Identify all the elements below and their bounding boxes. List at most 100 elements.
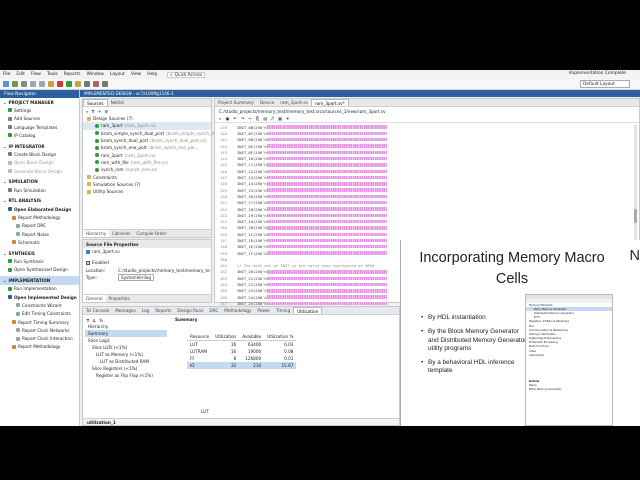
flow-nav-item[interactable]: Constraints Wizard: [0, 301, 79, 309]
flow-nav-item[interactable]: ⌄ SYNTHESIS: [0, 249, 79, 257]
chevron-down-icon[interactable]: ⌄: [3, 251, 7, 256]
flow-nav-item[interactable]: Language Templates: [0, 123, 79, 131]
tab-sources[interactable]: Sources: [83, 99, 108, 106]
percent-icon[interactable]: %: [99, 318, 103, 323]
layout-icon[interactable]: [102, 81, 108, 87]
sources-file[interactable]: bram_synch_dual_port (bram_synch_dual_por…: [83, 137, 211, 144]
collapse-all-icon[interactable]: ⇈: [86, 318, 90, 323]
expand-all-icon[interactable]: ⇊: [93, 318, 97, 323]
chevron-down-icon[interactable]: ⌄: [3, 100, 7, 105]
save-icon[interactable]: ▣: [225, 116, 229, 121]
table-row[interactable]: IO 32 210 15.67: [187, 362, 297, 370]
sources-folder[interactable]: Simulation Sources (7): [83, 181, 211, 188]
flow-nav-item[interactable]: Generate Block Design: [0, 167, 79, 175]
add-icon[interactable]: +: [98, 109, 102, 114]
col-utilization[interactable]: Utilization: [212, 333, 239, 340]
flow-nav-item[interactable]: Run Synthesis: [0, 257, 79, 265]
sources-folder[interactable]: Utility Sources: [83, 188, 211, 195]
sources-file[interactable]: bram_synch_one_port (bram_synch_one_por..…: [83, 144, 211, 151]
tab-compile-order[interactable]: Compile Order: [133, 230, 169, 237]
tab-device[interactable]: Device: [257, 99, 277, 106]
tab-libraries[interactable]: Libraries: [109, 230, 133, 237]
menu-layout[interactable]: Layout: [110, 72, 125, 77]
tab-tcl-console[interactable]: Tcl Console: [83, 307, 112, 314]
tab-general[interactable]: General: [83, 295, 106, 302]
flow-nav-item[interactable]: ⌄ SIMULATION: [0, 178, 79, 186]
menu-edit[interactable]: Edit: [16, 72, 25, 77]
flow-nav-item[interactable]: Create Block Design: [0, 150, 79, 158]
undo-icon[interactable]: ↶: [233, 116, 237, 121]
sources-file[interactable]: synch_rom (synch_rom.sv): [83, 166, 211, 173]
utilization-tree-item[interactable]: Slice LUTs (<1%): [85, 344, 167, 351]
save-icon[interactable]: [21, 81, 27, 87]
tab-ram-3port[interactable]: ram_3port.sv*: [310, 99, 349, 106]
tab-messages[interactable]: Messages: [112, 307, 139, 314]
col-utilization-pct[interactable]: Utilization %: [264, 333, 296, 340]
editor-scroll-thumb[interactable]: [634, 209, 637, 223]
flow-nav-item[interactable]: Report Noise: [0, 230, 79, 238]
flow-nav-item[interactable]: Settings: [0, 106, 79, 114]
tab-properties[interactable]: Properties: [106, 295, 133, 302]
new-project-icon[interactable]: [3, 81, 9, 87]
flow-nav-item[interactable]: Open Implemented Design: [0, 293, 79, 301]
search-icon[interactable]: ⌕: [86, 109, 88, 114]
col-resource[interactable]: Resource: [187, 333, 212, 340]
flow-nav-item[interactable]: Run Implementation: [0, 285, 79, 293]
menu-window[interactable]: Window: [87, 72, 104, 77]
cancel-icon[interactable]: [93, 81, 99, 87]
cut-icon[interactable]: ✂: [248, 116, 252, 121]
menu-tools[interactable]: Tools: [47, 72, 58, 77]
tab-utilization[interactable]: Utilization: [293, 307, 323, 314]
tab-methodology[interactable]: Methodology: [221, 307, 254, 314]
run-icon[interactable]: [66, 81, 72, 87]
chevron-down-icon[interactable]: ⌄: [3, 278, 7, 283]
layout-select[interactable]: Default Layout: [580, 80, 630, 88]
tab-ram-2port[interactable]: ram_2port.sv: [277, 99, 311, 106]
utilization-tree-item[interactable]: LUT as Distributed RAM: [85, 358, 167, 365]
run-tab[interactable]: utilization_1: [87, 420, 116, 425]
settings-icon[interactable]: ⚙: [104, 109, 108, 114]
flow-nav-item[interactable]: Report DRC: [0, 222, 79, 230]
flow-nav-item[interactable]: Report Timing Summary: [0, 318, 79, 326]
settings-icon[interactable]: [84, 81, 90, 87]
program-icon[interactable]: [75, 81, 81, 87]
delete-icon[interactable]: [57, 81, 63, 87]
tab-power[interactable]: Power: [254, 307, 273, 314]
utilization-tree-item[interactable]: LUT as Memory (<1%): [85, 351, 167, 358]
tab-netlist[interactable]: Netlist: [108, 99, 128, 106]
flow-nav-item[interactable]: Schematic: [0, 238, 79, 246]
sources-folder[interactable]: Constraints: [83, 173, 211, 180]
flow-nav-item[interactable]: ⌄ PROJECT MANAGER: [0, 98, 79, 106]
utilization-tree-item[interactable]: Register as Flip Flop (<1%): [85, 372, 167, 379]
flow-nav-item[interactable]: ⌄ IP INTEGRATOR: [0, 142, 79, 150]
sources-folder[interactable]: Design Sources (7): [83, 115, 211, 122]
chevron-down-icon[interactable]: ⌄: [3, 198, 7, 203]
utilization-tree-item[interactable]: Hierarchy: [85, 323, 167, 330]
utilization-tree-item[interactable]: Slice Registers (<1%): [85, 365, 167, 372]
enabled-checkbox[interactable]: ✓: [86, 260, 90, 265]
redo-icon[interactable]: [39, 81, 45, 87]
collapse-all-icon[interactable]: ⇈: [91, 109, 95, 114]
sources-file[interactable]: ram_3port (ram_3port.sv): [83, 122, 211, 130]
tab-hierarchy[interactable]: Hierarchy: [83, 230, 110, 237]
table-row[interactable]: FF 8 126800 0.01: [187, 355, 296, 362]
tab-reports[interactable]: Reports: [152, 307, 174, 314]
sources-file[interactable]: bram_simple_synch_dual_port (bram_simple_…: [83, 130, 218, 137]
type-select[interactable]: SystemVerilog: [118, 274, 154, 282]
copy-icon[interactable]: ⎘: [256, 116, 259, 121]
undo-icon[interactable]: [30, 81, 36, 87]
flow-nav-item[interactable]: Report Methodology: [0, 343, 79, 351]
table-row[interactable]: LUTRAM 16 19000 0.08: [187, 348, 296, 355]
flow-nav-item[interactable]: Open Block Design: [0, 159, 79, 167]
tab-timing[interactable]: Timing: [273, 307, 293, 314]
utilization-tree-item[interactable]: Summary: [85, 330, 167, 337]
flow-nav-item[interactable]: Run Simulation: [0, 186, 79, 194]
quick-access-input[interactable]: ⌕ Quick Access: [167, 71, 206, 78]
chevron-down-icon[interactable]: ⌄: [3, 179, 7, 184]
redo-icon[interactable]: ↷: [241, 116, 245, 121]
flow-nav-item[interactable]: Report Clock Interaction: [0, 335, 79, 343]
menu-reports[interactable]: Reports: [64, 72, 81, 77]
table-row[interactable]: LUT 16 63400 0.03: [187, 340, 296, 347]
tab-drc[interactable]: DRC: [206, 307, 221, 314]
chevron-down-icon[interactable]: ⌄: [3, 144, 7, 149]
